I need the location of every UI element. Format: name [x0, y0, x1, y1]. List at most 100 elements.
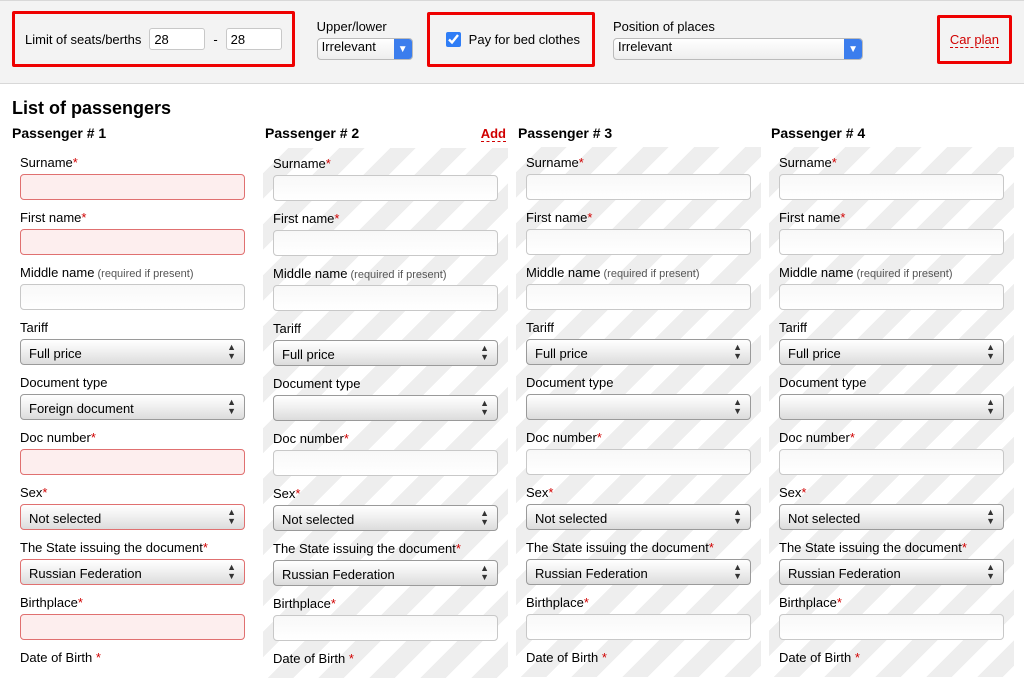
document-type-label: Document type [526, 375, 751, 390]
issuing-state-label: The State issuing the document* [779, 540, 1004, 555]
chevron-down-icon: ▼ [398, 44, 408, 55]
first-name-input[interactable] [273, 230, 498, 256]
middle-name-input[interactable] [526, 284, 751, 310]
middle-name-input[interactable] [779, 284, 1004, 310]
document-type-select[interactable]: ▲▼ [779, 394, 1004, 420]
first-name-label: First name* [20, 210, 245, 225]
limit-from-input[interactable] [149, 28, 205, 50]
birthplace-label: Birthplace* [273, 596, 498, 611]
updown-arrows-icon: ▲▼ [227, 398, 236, 416]
upper-lower-label: Upper/lower [317, 19, 413, 34]
limit-to-input[interactable] [226, 28, 282, 50]
tariff-select[interactable]: Full price▲▼ [526, 339, 751, 365]
middle-name-input[interactable] [273, 285, 498, 311]
updown-arrows-icon: ▲▼ [733, 508, 742, 526]
updown-arrows-icon: ▲▼ [227, 343, 236, 361]
surname-input[interactable] [20, 174, 245, 200]
passenger-title: Passenger # 3 [518, 125, 612, 141]
document-type-select[interactable]: Foreign document▲▼ [20, 394, 245, 420]
upper-lower-select[interactable]: Irrelevant ▼ [317, 38, 413, 60]
sex-select[interactable]: Not selected▲▼ [273, 505, 498, 531]
chevron-down-icon: ▼ [848, 44, 858, 55]
add-passenger-link[interactable]: Add [481, 126, 506, 142]
middle-name-label: Middle name (required if present) [779, 265, 1004, 280]
sex-label: Sex* [526, 485, 751, 500]
position-places-select[interactable]: Irrelevant ▼ [613, 38, 863, 60]
doc-number-input[interactable] [779, 449, 1004, 475]
passenger-column: Passenger # 1Surname*First name*Middle n… [6, 125, 259, 678]
passenger-header: Passenger # 1 [10, 125, 255, 141]
pay-bedclothes-checkbox[interactable] [446, 32, 461, 47]
sex-label: Sex* [20, 485, 245, 500]
doc-number-label: Doc number* [273, 431, 498, 446]
tariff-label: Tariff [20, 320, 245, 335]
position-places-label: Position of places [613, 19, 863, 34]
document-type-select[interactable]: ▲▼ [526, 394, 751, 420]
passenger-column: Passenger # 3 Surname* First name* Middle n… [512, 125, 765, 678]
issuing-state-select[interactable]: Russian Federation▲▼ [20, 559, 245, 585]
tariff-select[interactable]: Full price▲▼ [779, 339, 1004, 365]
birthplace-input[interactable] [20, 614, 245, 640]
updown-arrows-icon: ▲▼ [480, 344, 489, 362]
tariff-select[interactable]: Full price▲▼ [273, 340, 498, 366]
doc-number-input[interactable] [526, 449, 751, 475]
pay-bedclothes-label: Pay for bed clothes [469, 32, 580, 47]
limit-label: Limit of seats/berths [25, 32, 141, 47]
updown-arrows-icon: ▲▼ [986, 343, 995, 361]
surname-input[interactable] [273, 175, 498, 201]
surname-label: Surname* [526, 155, 751, 170]
passenger-form: Surname*First name*Middle name (required… [10, 147, 255, 677]
sex-select[interactable]: Not selected▲▼ [20, 504, 245, 530]
birthplace-input[interactable] [273, 615, 498, 641]
updown-arrows-icon: ▲▼ [227, 563, 236, 581]
issuing-state-select[interactable]: Russian Federation▲▼ [779, 559, 1004, 585]
middle-name-label: Middle name (required if present) [526, 265, 751, 280]
passenger-form: Surname* First name* Middle name (required… [516, 147, 761, 677]
first-name-label: First name* [273, 211, 498, 226]
dob-label: Date of Birth * [20, 650, 245, 665]
updown-arrows-icon: ▲▼ [480, 509, 489, 527]
dob-label: Date of Birth * [273, 651, 498, 666]
surname-input[interactable] [526, 174, 751, 200]
passenger-columns: Passenger # 1 Surname* First name* Middle n… [0, 125, 1024, 678]
sex-select[interactable]: Not selected▲▼ [526, 504, 751, 530]
document-type-label: Document type [20, 375, 245, 390]
first-name-input[interactable] [20, 229, 245, 255]
passenger-form: Surname*First name*Middle name (required… [263, 148, 508, 678]
issuing-state-label: The State issuing the document* [20, 540, 245, 555]
issuing-state-label: The State issuing the document* [526, 540, 751, 555]
sex-label: Sex* [779, 485, 1004, 500]
passenger-header: Passenger # 3 [516, 125, 761, 141]
birthplace-input[interactable] [779, 614, 1004, 640]
sex-select[interactable]: Not selected▲▼ [779, 504, 1004, 530]
doc-number-input[interactable] [273, 450, 498, 476]
position-places-group: Position of places Irrelevant ▼ [613, 19, 863, 60]
passenger-header: Passenger # 2Add [263, 125, 508, 142]
dob-label: Date of Birth * [779, 650, 1004, 665]
doc-number-input[interactable] [20, 449, 245, 475]
surname-label: Surname* [20, 155, 245, 170]
updown-arrows-icon: ▲▼ [986, 508, 995, 526]
issuing-state-select[interactable]: Russian Federation▲▼ [273, 560, 498, 586]
issuing-state-label: The State issuing the document* [273, 541, 498, 556]
tariff-select[interactable]: Full price▲▼ [20, 339, 245, 365]
first-name-input[interactable] [779, 229, 1004, 255]
birthplace-input[interactable] [526, 614, 751, 640]
issuing-state-select[interactable]: Russian Federation▲▼ [526, 559, 751, 585]
first-name-input[interactable] [526, 229, 751, 255]
document-type-select[interactable]: ▲▼ [273, 395, 498, 421]
car-plan-link[interactable]: Car plan [950, 32, 999, 48]
tariff-label: Tariff [779, 320, 1004, 335]
surname-input[interactable] [779, 174, 1004, 200]
first-name-label: First name* [526, 210, 751, 225]
tariff-label: Tariff [273, 321, 498, 336]
passenger-column: Passenger # 4 Surname*First name*Middle n… [765, 125, 1018, 678]
passenger-title: Passenger # 4 [771, 125, 865, 141]
birthplace-label: Birthplace* [526, 595, 751, 610]
passenger-column: Passenger # 2Add Surname*First name*Middl… [259, 125, 512, 678]
list-of-passengers-title: List of passengers [12, 98, 1024, 119]
middle-name-input[interactable] [20, 284, 245, 310]
passenger-form: Surname*First name*Middle name (required… [769, 147, 1014, 677]
updown-arrows-icon: ▲▼ [733, 398, 742, 416]
doc-number-label: Doc number* [526, 430, 751, 445]
